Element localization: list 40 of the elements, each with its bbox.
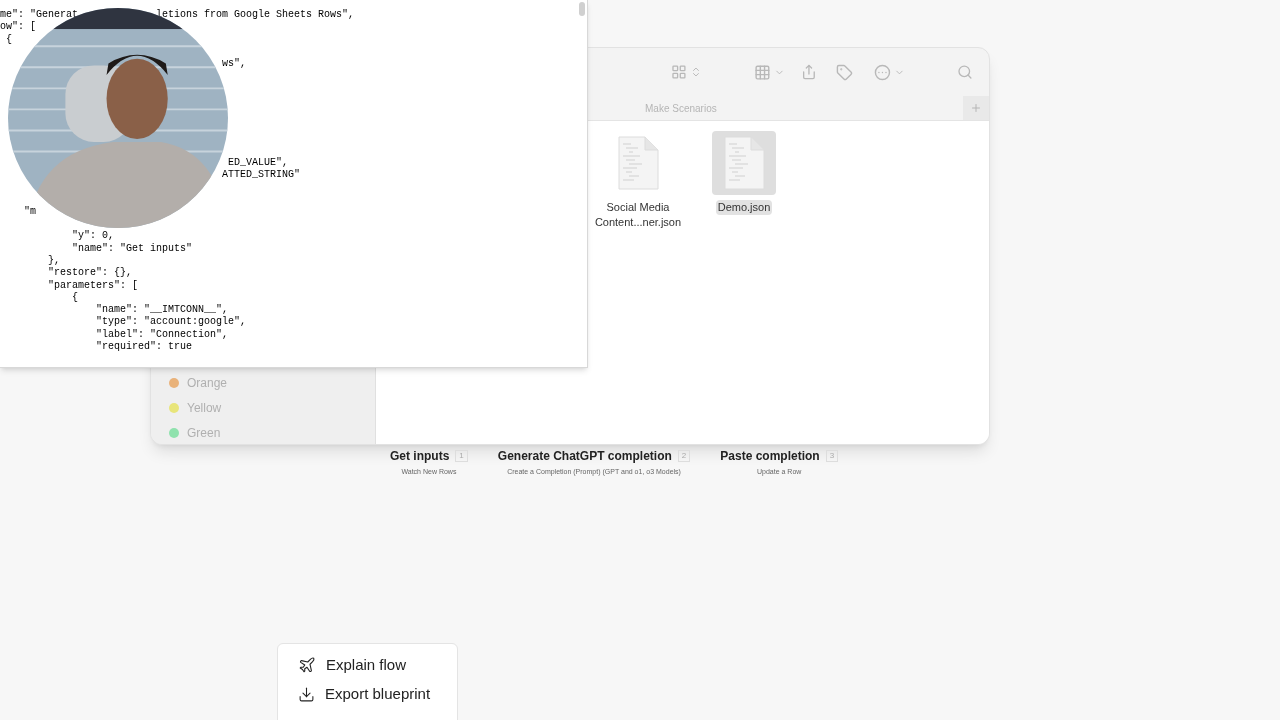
code-text: { [5, 33, 12, 46]
search-icon[interactable] [957, 64, 973, 80]
code-text: "parameters": [ [47, 279, 139, 292]
code-text: letions from Google Sheets Rows", [155, 9, 355, 22]
code-text: me": "Generat [0, 9, 78, 21]
code-text: ow": [ [0, 21, 36, 34]
code-text: "name": "Get inputs" [71, 242, 193, 255]
code-text: "restore": {}, [47, 267, 133, 280]
new-tab-button[interactable] [963, 96, 989, 120]
module-number: 2 [677, 450, 691, 462]
menu-item[interactable]: Export blueprint [298, 683, 457, 705]
file-name[interactable]: Demo.json [715, 200, 773, 215]
more-icon[interactable] [874, 63, 892, 81]
group-icon[interactable] [753, 63, 771, 81]
module-number: 1 [455, 450, 468, 462]
download-icon [298, 685, 315, 703]
code-text: { [71, 291, 78, 305]
module-title: Paste completion [720, 448, 820, 465]
scrollbar-thumb[interactable] [579, 2, 585, 16]
code-text: "y": 0, [71, 230, 115, 243]
code-text: "label": "Connection", [95, 328, 229, 341]
grid-view-icon[interactable] [671, 64, 687, 80]
code-text: "name": "__IMTCONN__", [95, 304, 229, 316]
code-text: "type": "account:google", [95, 316, 247, 329]
document-icon [617, 136, 659, 190]
code-text: ED_VALUE", [227, 156, 289, 169]
code-text: "m [23, 205, 36, 219]
code-text: ws", [221, 58, 247, 71]
code-text: }, [47, 254, 60, 267]
tag-icon[interactable] [836, 63, 854, 81]
module-title: Generate ChatGPT completion [497, 448, 672, 465]
module-title: Get inputs [390, 448, 450, 465]
file-name[interactable]: Social Media Content...ner.json [588, 200, 688, 230]
code-text: "required": true [95, 341, 193, 354]
file-thumbnail[interactable] [712, 131, 776, 195]
share-icon[interactable] [800, 64, 817, 80]
plane-icon [298, 656, 316, 674]
plus-icon [970, 102, 982, 114]
code-text: ATTED_STRING" [221, 168, 301, 182]
menu-item[interactable]: Explain flow [298, 654, 457, 676]
